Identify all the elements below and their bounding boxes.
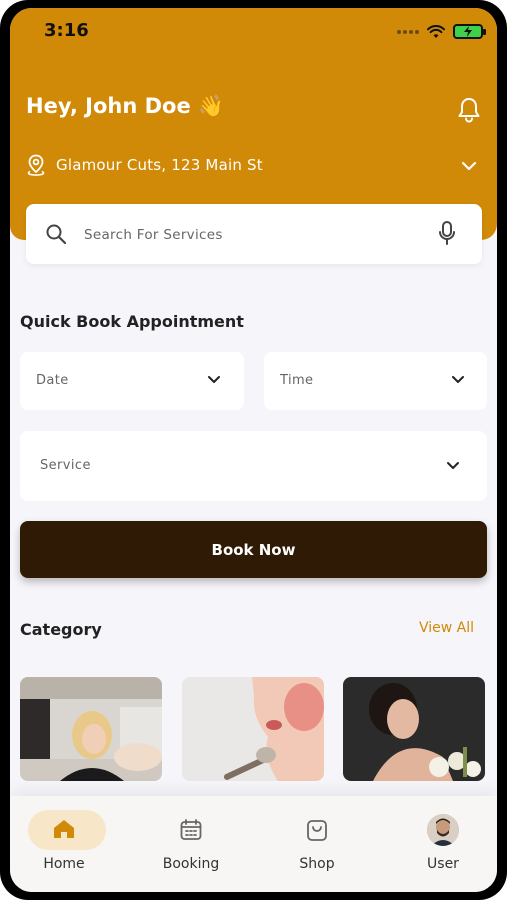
home-icon <box>54 820 74 838</box>
book-now-button[interactable]: Book Now <box>20 521 487 578</box>
bottom-nav: Home Booking Shop User <box>10 796 497 892</box>
category-card-makeup[interactable] <box>182 677 324 781</box>
status-icons <box>397 24 486 39</box>
location-pin-icon <box>27 154 45 176</box>
signal-icon <box>397 29 419 34</box>
service-label: Service <box>40 458 91 473</box>
search-icon <box>46 224 67 245</box>
service-dropdown[interactable]: Service <box>20 431 487 501</box>
spa-image <box>343 677 485 781</box>
search-bar <box>26 204 482 264</box>
shopping-bag-icon <box>307 820 327 841</box>
category-card-spa[interactable] <box>343 677 485 781</box>
category-card-hair[interactable] <box>20 677 162 781</box>
nav-user-label: User <box>427 856 459 872</box>
calendar-icon <box>180 819 202 840</box>
date-dropdown[interactable]: Date <box>20 352 244 410</box>
status-time: 3:16 <box>44 20 89 41</box>
makeup-image <box>182 677 324 781</box>
chevron-down-icon <box>208 376 220 383</box>
device-frame: 3:16 Hey, John Doe 👋 Glamour Cuts, 123 M… <box>0 0 507 900</box>
quick-book-title: Quick Book Appointment <box>20 312 244 331</box>
chevron-down-icon <box>452 376 464 383</box>
nav-shop-label: Shop <box>299 856 335 872</box>
category-title: Category <box>20 620 102 639</box>
hair-salon-image <box>20 677 162 781</box>
location-selector[interactable]: Glamour Cuts, 123 Main St <box>26 154 263 176</box>
chevron-down-icon[interactable] <box>460 158 478 177</box>
location-label: Glamour Cuts, 123 Main St <box>56 156 263 174</box>
date-label: Date <box>36 373 69 388</box>
microphone-icon[interactable] <box>438 220 456 248</box>
chevron-down-icon <box>447 462 459 469</box>
time-label: Time <box>280 373 314 388</box>
nav-user[interactable]: User <box>393 796 493 892</box>
user-avatar <box>427 814 459 846</box>
greeting-title: Hey, John Doe 👋 <box>26 94 225 118</box>
nav-booking-label: Booking <box>162 856 220 872</box>
view-all-link[interactable]: View All <box>419 620 474 636</box>
search-input[interactable] <box>84 224 414 246</box>
battery-icon <box>453 24 486 39</box>
wifi-icon <box>427 24 445 38</box>
nav-booking[interactable]: Booking <box>141 796 241 892</box>
nav-shop[interactable]: Shop <box>267 796 367 892</box>
time-dropdown[interactable]: Time <box>264 352 487 410</box>
app-screen: 3:16 Hey, John Doe 👋 Glamour Cuts, 123 M… <box>10 8 497 892</box>
nav-home[interactable]: Home <box>14 796 114 892</box>
nav-home-label: Home <box>43 856 85 872</box>
bell-icon[interactable] <box>457 97 481 127</box>
